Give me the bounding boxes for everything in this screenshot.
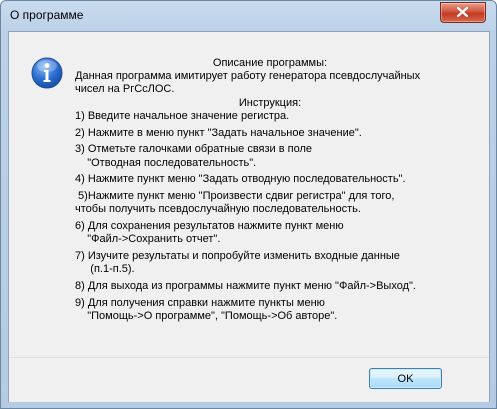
ok-button[interactable]: OK	[369, 368, 442, 389]
button-bar: OK	[9, 357, 489, 402]
instruction-step-line: 2) Нажмите в меню пункт "Задать начально…	[75, 126, 362, 139]
instruction-step: 5)Нажмите пункт меню "Произвести сдвиг р…	[75, 190, 465, 216]
description-line: чисел на РгСсЛОС.	[75, 83, 175, 96]
close-x-icon	[457, 7, 468, 17]
instruction-step: 4) Нажмите пункт меню "Задать отводную п…	[75, 173, 465, 186]
instruction-step: 2) Нажмите в меню пункт "Задать начально…	[75, 127, 465, 140]
instruction-heading: Инструкция:	[238, 96, 302, 109]
close-button[interactable]	[440, 2, 486, 23]
instruction-step-line: "Файл->Сохранить отчет".	[75, 233, 221, 246]
instruction-step: 9) Для получения справки нажмите пункты …	[75, 297, 465, 323]
instruction-step: 6) Для сохранения результатов нажмите пу…	[75, 220, 465, 246]
about-dialog-window: О программе Описание программы: Данная п…	[0, 0, 497, 409]
instruction-step-line: "Отводная последовательность".	[75, 156, 257, 169]
instruction-steps: 1) Введите начальное значение регистра. 2…	[75, 110, 465, 323]
instruction-step-line: "Помощь->О программе", "Помощь->Об автор…	[75, 309, 338, 322]
instruction-step: 7) Изучите результаты и попробуйте измен…	[75, 250, 465, 276]
instruction-step-line: 4) Нажмите пункт меню "Задать отводную п…	[75, 173, 406, 186]
instruction-step-line: 6) Для сохранения результатов нажмите пу…	[75, 220, 344, 233]
instruction-step: 8) Для выхода из программы нажмите пункт…	[75, 280, 465, 293]
instruction-step-line: 8) Для выхода из программы нажмите пункт…	[75, 279, 416, 292]
instruction-step-line: чтобы получить псевдослучайную последова…	[75, 203, 361, 216]
info-icon	[31, 57, 63, 89]
instruction-step: 1) Введите начальное значение регистра.	[75, 110, 465, 123]
instruction-step-line: 3) Отметьте галочками обратные связи в п…	[75, 143, 313, 156]
description-line: Данная программа имитирует работу генера…	[75, 70, 421, 83]
instruction-step-line: 7) Изучите результаты и попробуйте измен…	[75, 250, 400, 262]
instruction-step-line: (п.1-п.5).	[75, 263, 135, 276]
message-text: Описание программы: Данная программа ими…	[75, 57, 465, 323]
instruction-step-line: 5)Нажмите пункт меню "Произвести сдвиг р…	[75, 190, 395, 203]
window-title: О программе	[10, 8, 84, 22]
instruction-step-line: 1) Введите начальное значение регистра.	[75, 109, 290, 122]
instruction-step: 3) Отметьте галочками обратные связи в п…	[75, 143, 465, 169]
instruction-step-line: 9) Для получения справки нажмите пункты …	[75, 296, 325, 309]
description-heading: Описание программы:	[212, 57, 328, 69]
title-bar[interactable]: О программе	[1, 1, 496, 31]
dialog-content: Описание программы: Данная программа ими…	[8, 31, 490, 402]
